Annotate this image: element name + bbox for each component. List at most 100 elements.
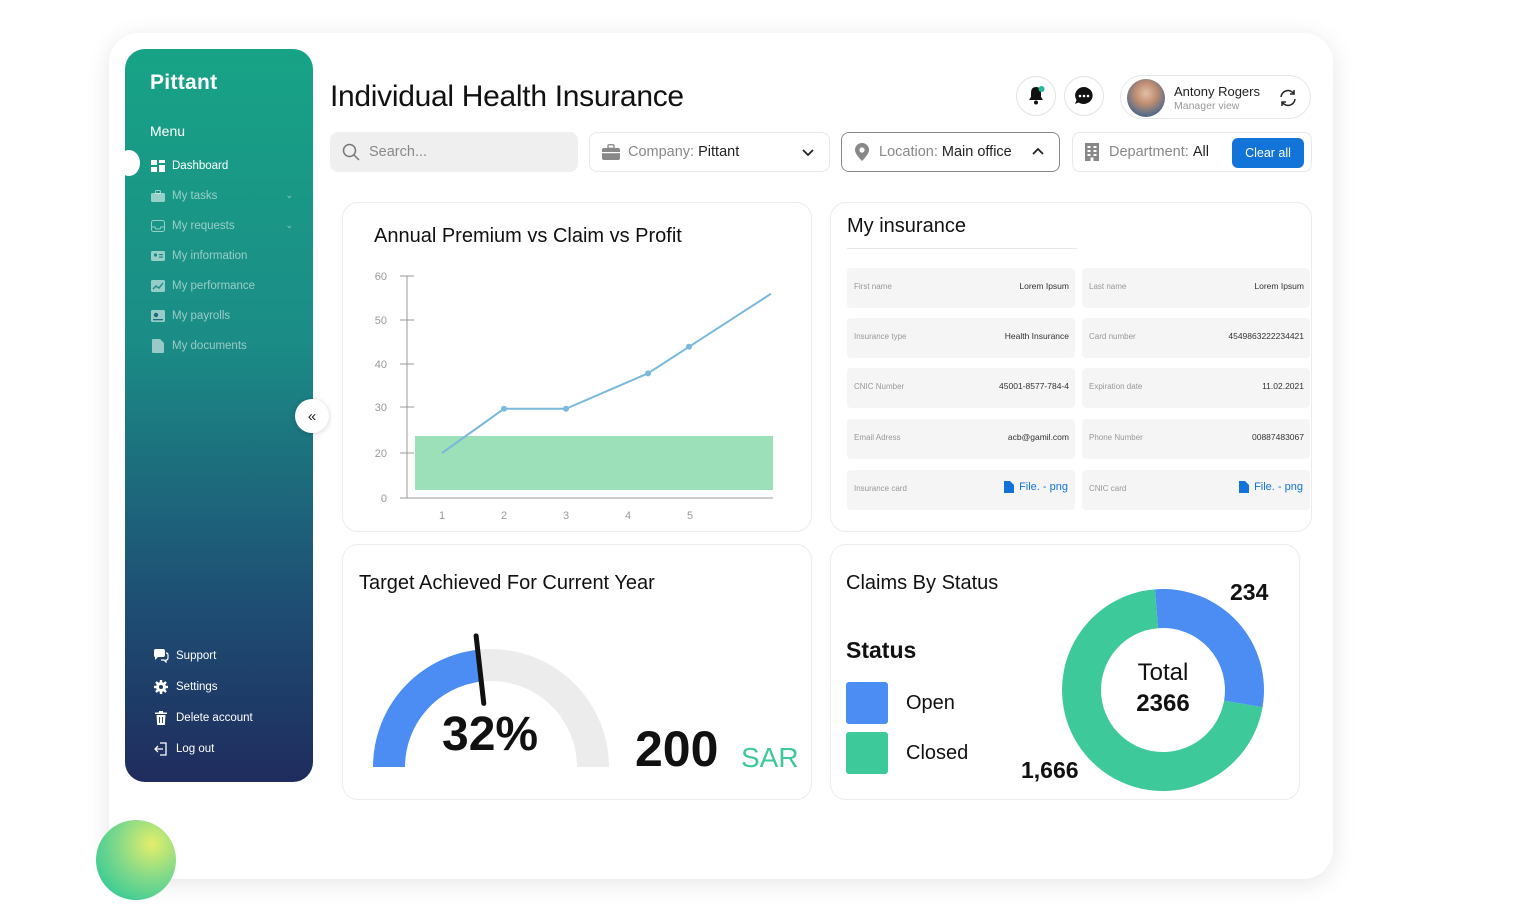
- sidebar-item-my-tasks[interactable]: My tasks ⌄: [125, 181, 313, 211]
- location-filter-value: Main office: [941, 144, 1012, 160]
- sidebar-item-my-information[interactable]: My information: [125, 241, 313, 271]
- field-card-number: Card number 4549863222234421: [1082, 318, 1310, 358]
- sidebar-item-settings[interactable]: Settings: [125, 671, 313, 702]
- field-label: Card number: [1089, 332, 1136, 341]
- sidebar-item-my-payrolls[interactable]: My payrolls: [125, 301, 313, 331]
- series-point: [501, 405, 507, 412]
- open-count-label: 234: [1230, 579, 1269, 605]
- chevron-down-icon[interactable]: ⌄: [285, 190, 293, 201]
- menu-title: Menu: [150, 123, 186, 139]
- sidebar-item-label: My documents: [172, 340, 247, 352]
- chevron-up-icon: [1032, 147, 1044, 155]
- gauge-percent: 32%: [442, 708, 539, 761]
- id-card-icon: [151, 250, 165, 262]
- chevron-down-icon[interactable]: ⌄: [285, 220, 293, 231]
- field-value: 00887483067: [1251, 432, 1304, 442]
- location-filter-label: Location:: [879, 144, 938, 160]
- gear-icon: [153, 679, 169, 694]
- sidebar-item-label: My tasks: [172, 190, 218, 202]
- search-icon: [342, 143, 360, 161]
- decorative-blob: [96, 820, 176, 900]
- field-value: Lorem Ipsum: [1019, 281, 1069, 291]
- sidebar-item-label: My requests: [172, 220, 235, 232]
- donut-center-label: Total: [1137, 659, 1189, 686]
- sidebar-item-my-requests[interactable]: My requests ⌄: [125, 211, 313, 241]
- x-tick-label: 2: [501, 510, 507, 522]
- file-name: File. - png: [1019, 481, 1068, 493]
- field-label: Insurance type: [854, 332, 907, 341]
- profit-band: [415, 436, 773, 490]
- y-tick-label: 30: [375, 402, 387, 414]
- department-filter[interactable]: Department: All Clear all: [1072, 132, 1312, 172]
- y-tick-label: 40: [375, 359, 387, 371]
- page-title: Individual Health Insurance: [330, 80, 684, 113]
- collapse-sidebar-button[interactable]: «: [295, 399, 329, 433]
- insurance-card: My insurance First name Lorem Ipsum Last …: [830, 202, 1312, 532]
- location-filter[interactable]: Location: Main office: [841, 132, 1060, 172]
- sidebar-item-label: Delete account: [176, 711, 253, 724]
- sidebar-item-my-performance[interactable]: My performance: [125, 271, 313, 301]
- line-chart: 0 20 30 40 50 60 1 2 3 4 5: [375, 271, 773, 522]
- y-tick-label: 0: [381, 493, 387, 505]
- field-cnic-card: CNIC card File. - png: [1082, 470, 1310, 510]
- department-filter-value: All: [1192, 144, 1209, 160]
- claims-card: Claims By Status Status Open Closed 234 …: [830, 544, 1300, 800]
- search-placeholder: Search...: [369, 144, 428, 160]
- messages-button[interactable]: [1064, 76, 1104, 116]
- field-label: First name: [854, 282, 892, 291]
- chevron-down-icon: [802, 149, 814, 157]
- company-filter-label: Company:: [628, 144, 695, 160]
- field-label: Expiration date: [1089, 382, 1143, 391]
- sidebar-item-label: My performance: [172, 280, 256, 292]
- building-icon: [1085, 143, 1099, 161]
- x-tick-label: 4: [625, 510, 631, 522]
- field-cnic-number: CNIC Number 45001-8577-784-4: [847, 368, 1075, 408]
- field-value: 45001-8577-784-4: [999, 381, 1069, 391]
- company-filter[interactable]: Company: Pittant: [589, 132, 830, 172]
- sidebar-item-label: My payrolls: [172, 310, 231, 322]
- sidebar-item-label: Log out: [176, 742, 215, 755]
- search-input[interactable]: Search...: [330, 132, 578, 172]
- app-logo[interactable]: Pittant: [150, 71, 217, 95]
- bell-icon: [1029, 86, 1045, 105]
- sidebar-item-support[interactable]: Support: [125, 640, 313, 671]
- insurance-title: My insurance: [847, 215, 966, 237]
- premium-chart-card: Annual Premium vs Claim vs Profit 0 20 30 4…: [342, 202, 812, 532]
- user-profile[interactable]: Antony Rogers Manager view: [1120, 75, 1311, 119]
- sidebar-item-log-out[interactable]: Log out: [125, 733, 313, 764]
- sidebar-item-my-documents[interactable]: My documents: [125, 331, 313, 361]
- clear-all-button[interactable]: Clear all: [1232, 138, 1304, 168]
- field-label: Email Adress: [854, 433, 901, 442]
- sidebar-bottom-nav: Support Settings Delete account Log out: [125, 640, 313, 764]
- avatar[interactable]: [1127, 79, 1165, 117]
- department-filter-label: Department:: [1109, 144, 1189, 160]
- series-point: [563, 405, 569, 412]
- file-icon: [1239, 481, 1250, 493]
- y-tick-label: 50: [375, 315, 387, 327]
- field-value: acb@gamil.com: [1007, 432, 1069, 442]
- file-icon: [1004, 481, 1015, 493]
- sidebar-item-label: Support: [176, 649, 217, 662]
- user-role: Manager view: [1174, 100, 1240, 112]
- field-expiration-date: Expiration date 11.02.2021: [1082, 368, 1310, 408]
- insurance-card-file-link[interactable]: File. - png: [1004, 481, 1068, 493]
- x-tick-label: 3: [563, 510, 569, 522]
- sidebar-item-delete-account[interactable]: Delete account: [125, 702, 313, 733]
- cnic-card-file-link[interactable]: File. - png: [1239, 481, 1303, 493]
- sidebar-item-dashboard[interactable]: Dashboard: [125, 151, 313, 181]
- user-name: Antony Rogers: [1174, 84, 1260, 99]
- chat-icon: [1075, 87, 1093, 104]
- trash-icon: [153, 710, 169, 725]
- sidebar-nav: Dashboard My tasks ⌄ My requests ⌄ My in…: [125, 151, 313, 361]
- donut-center-total: 2366: [1136, 690, 1190, 717]
- y-tick-label: 60: [375, 271, 387, 283]
- field-value: 11.02.2021: [1262, 381, 1304, 391]
- document-icon: [151, 339, 165, 353]
- field-phone-number: Phone Number 00887483067: [1082, 419, 1310, 459]
- switch-view-icon[interactable]: [1278, 88, 1298, 108]
- inbox-icon: [151, 220, 165, 232]
- field-first-name: First name Lorem Ipsum: [847, 268, 1075, 308]
- field-value: 4549863222234421: [1228, 331, 1304, 341]
- notifications-button[interactable]: [1016, 76, 1056, 116]
- field-label: CNIC Number: [854, 382, 905, 391]
